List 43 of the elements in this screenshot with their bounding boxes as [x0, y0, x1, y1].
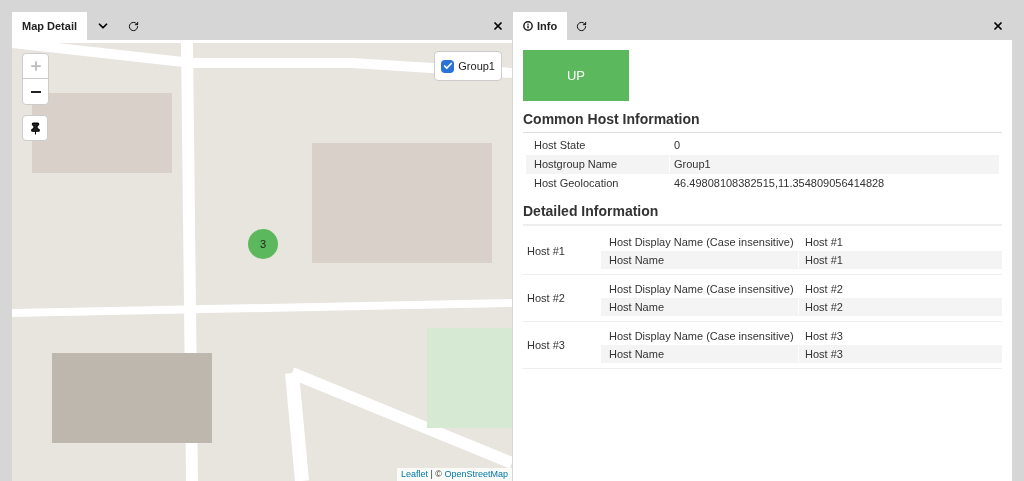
plus-icon: [28, 59, 43, 73]
openstreetmap-link[interactable]: OpenStreetMap: [444, 467, 508, 481]
check-icon: [442, 61, 453, 71]
field-value: Host #1: [804, 252, 843, 268]
field-label: Host Display Name (Case insensitive): [601, 280, 799, 298]
field-value: Host #1: [804, 234, 843, 250]
field-label: Host Display Name (Case insensitive): [601, 233, 799, 251]
layer-checkbox[interactable]: [441, 59, 455, 73]
leaflet-link[interactable]: Leaflet: [400, 467, 428, 481]
info-value: 0: [673, 138, 681, 154]
panel-tab[interactable]: Info: [513, 12, 568, 40]
info-label: Host State: [526, 137, 670, 154]
field-label: Host Name: [601, 251, 799, 269]
host-name: Host #3: [526, 337, 566, 353]
layer-control[interactable]: Group1: [434, 51, 502, 81]
attribution-separator: | ©: [429, 467, 443, 481]
section-title: Common Host Information: [523, 109, 1002, 133]
pin-button[interactable]: [22, 115, 48, 141]
status-badge: UP: [523, 50, 629, 101]
info-label: Host Geolocation: [526, 175, 670, 192]
refresh-icon: [575, 20, 587, 32]
host-name: Host #1: [526, 243, 566, 259]
close-icon: [492, 20, 504, 32]
minus-icon: [30, 90, 41, 93]
info-value: 46.49808108382515,11.354809056414828: [673, 176, 885, 192]
panel-tab[interactable]: Map Detail: [12, 12, 87, 40]
section-title: Detailed Information: [523, 201, 1002, 226]
field-value: Host #2: [804, 299, 843, 315]
layer-label: Group1: [458, 58, 495, 74]
field-value: Host #3: [804, 346, 843, 362]
field-label: Host Name: [601, 345, 799, 363]
field-label: Host Display Name (Case insensitive): [601, 327, 799, 345]
info-value: Group1: [673, 157, 711, 173]
field-value: Host #3: [804, 328, 843, 344]
info-label: Hostgroup Name: [526, 156, 670, 173]
info-icon: [523, 21, 533, 31]
close-icon: [992, 20, 1004, 32]
field-value: Host #2: [804, 281, 843, 297]
host-name: Host #2: [526, 290, 566, 306]
map-view[interactable]: Group1 3 Leaflet | © OpenStreetMap: [12, 43, 512, 481]
field-label: Host Name: [601, 298, 799, 316]
pin-icon: [28, 121, 42, 135]
refresh-icon: [127, 20, 139, 32]
